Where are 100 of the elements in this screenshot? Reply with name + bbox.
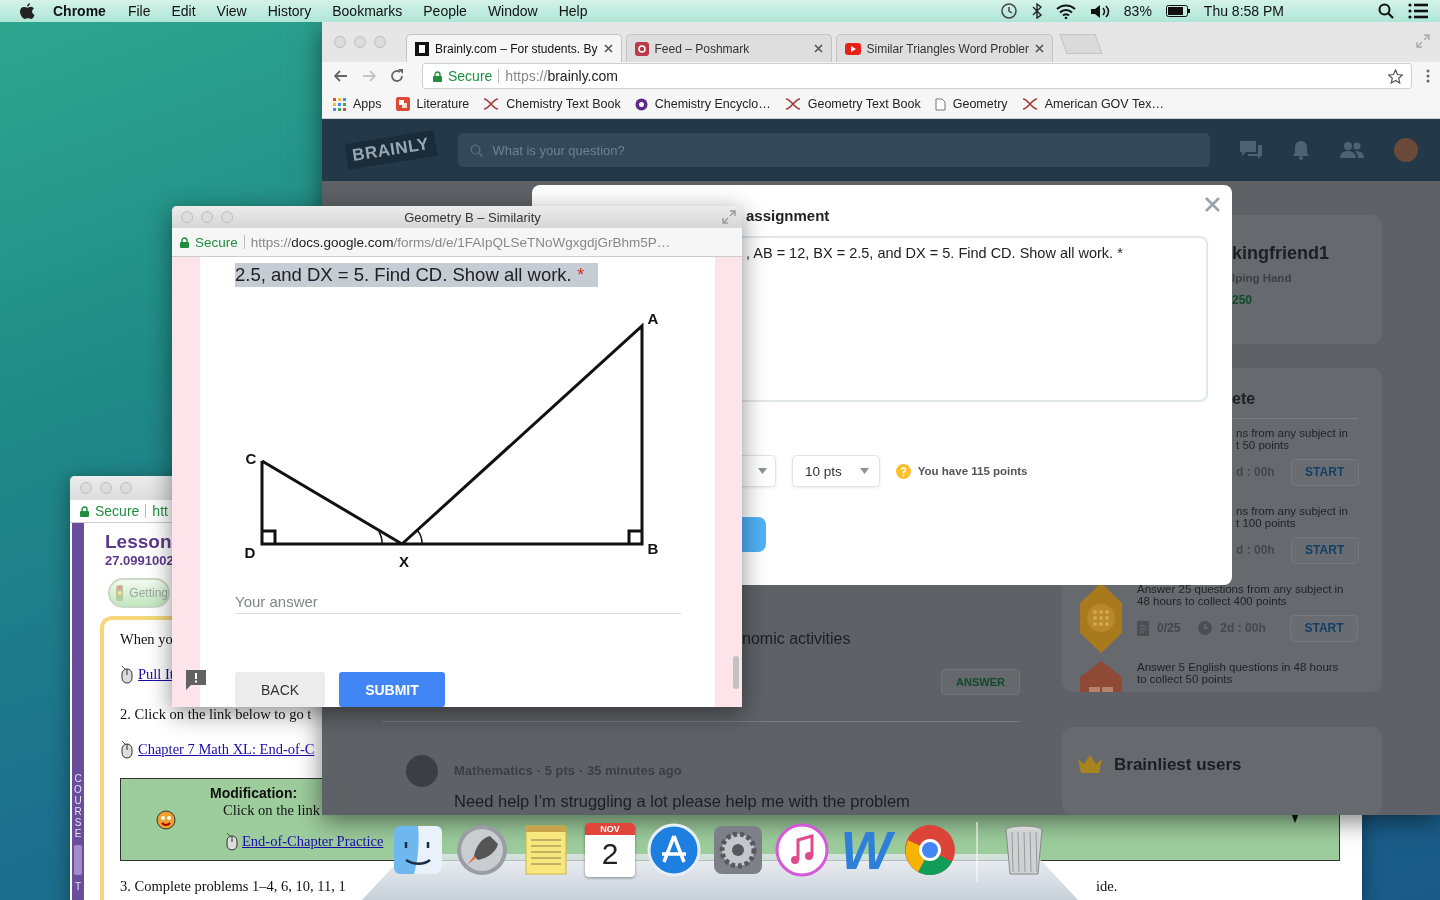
chat-icon[interactable] (1239, 141, 1262, 159)
menu-item[interactable]: Edit (171, 3, 196, 19)
new-tab-button[interactable] (1059, 34, 1103, 54)
instruction-text: ide. (1096, 877, 1119, 896)
practice-link[interactable]: End-of-Chapter Practice (242, 832, 384, 850)
search-icon[interactable] (1378, 3, 1394, 19)
point-label: D (244, 543, 256, 561)
expand-icon[interactable] (1416, 34, 1430, 48)
url-text[interactable]: htt (152, 503, 168, 519)
menu-item[interactable]: People (423, 3, 467, 19)
search-icon (469, 143, 483, 157)
close-icon[interactable] (1035, 44, 1044, 53)
battery-percent[interactable]: 83% (1123, 3, 1152, 19)
music-note-icon[interactable] (774, 822, 830, 878)
battery-icon[interactable] (1165, 5, 1190, 17)
feedback-icon[interactable] (186, 670, 206, 690)
menu-icon[interactable] (1426, 69, 1430, 83)
lock-icon (80, 505, 89, 517)
caret-icon (758, 468, 767, 474)
avatar[interactable] (406, 755, 438, 787)
answer-field[interactable]: Your answer (235, 589, 681, 614)
zoom-button[interactable] (120, 482, 132, 494)
bookmark[interactable]: Geometry Text Book (784, 97, 921, 111)
menu-item[interactable]: Bookmarks (332, 3, 403, 19)
bookmark[interactable]: Chemistry Encyclo… (634, 97, 771, 111)
chrome-icon[interactable] (902, 822, 958, 878)
friends-icon[interactable] (1339, 142, 1364, 158)
mouse-icon (120, 664, 134, 684)
challenge-text: ns from any subject in t 50 points (1236, 426, 1349, 451)
activity-link[interactable]: Chapter 7 Math XL: End-of-C (138, 739, 315, 759)
url-text[interactable]: https://docs.google.com/forms/d/e/1FAIpQLSeTNoWgxgdjGrBhm5P… (250, 234, 671, 250)
bookmark[interactable]: American GOV Tex… (1021, 97, 1164, 111)
close-button[interactable] (80, 482, 92, 494)
back-icon[interactable] (334, 70, 348, 82)
menu-item[interactable]: File (127, 3, 151, 19)
points-dropdown[interactable]: 10 pts (792, 455, 880, 487)
browser-tab[interactable]: Similar Triangles Word Probler (835, 34, 1053, 62)
scrollbar-thumb[interactable] (733, 656, 739, 689)
app-store-icon[interactable] (646, 822, 702, 878)
minimize-button[interactable] (201, 211, 213, 223)
close-icon[interactable] (813, 44, 823, 53)
minimize-button[interactable] (354, 36, 366, 48)
menu-item[interactable]: View (216, 3, 247, 19)
side-tab[interactable]: COURSE T (72, 523, 84, 900)
instruction-text: 2. Click on the link below to go t (120, 705, 312, 724)
back-button[interactable]: BACK (235, 672, 326, 707)
divider (145, 504, 147, 518)
dialog-title: assignment (745, 207, 831, 224)
play-icon (844, 42, 861, 55)
zoom-button[interactable] (374, 36, 386, 48)
window-title: Geometry B – Similarity (404, 209, 542, 225)
calendar-icon[interactable]: NOV 2 (585, 823, 635, 877)
instruction-text: Click on the link (223, 801, 321, 819)
avatar[interactable] (1393, 138, 1418, 162)
reload-icon[interactable] (390, 69, 404, 83)
forward-icon[interactable] (362, 70, 376, 82)
dock-separator (976, 822, 978, 882)
lock-icon (180, 236, 189, 248)
mouse-icon (225, 831, 239, 851)
brainly-logo[interactable]: BRAINLY (344, 130, 437, 170)
app-menu[interactable]: Chrome (53, 3, 106, 19)
menu-item[interactable]: History (267, 3, 312, 19)
hexagon-badge-icon (1080, 582, 1122, 653)
star-icon[interactable] (1388, 68, 1403, 84)
help-icon[interactable] (895, 463, 911, 479)
rocket-icon[interactable] (454, 822, 510, 878)
secure-label: Secure (95, 503, 140, 519)
zoom-button[interactable] (221, 211, 233, 223)
grid-icon (333, 97, 346, 111)
point-label: C (245, 449, 257, 467)
submit-button[interactable]: SUBMIT (339, 672, 445, 707)
apple-logo-icon[interactable] (20, 2, 35, 20)
menu-item[interactable]: Help (558, 3, 588, 19)
ask-button[interactable] (740, 517, 766, 552)
browser-tab[interactable]: Feed – Poshmark (625, 34, 832, 62)
activity-link[interactable]: Pull It (138, 664, 174, 684)
user-points: 250 (1232, 293, 1254, 307)
point-label: B (647, 539, 659, 557)
clock-icon[interactable] (999, 2, 1018, 20)
bookmark[interactable]: Literature (395, 97, 470, 111)
divider (243, 235, 245, 249)
expand-icon[interactable] (722, 210, 736, 224)
close-button[interactable] (334, 36, 346, 48)
list-icon[interactable] (1408, 3, 1428, 19)
bookmark[interactable]: Geometry (934, 97, 1008, 111)
address-bar[interactable]: Secure https://brainly.com (422, 63, 1412, 89)
bluetooth-icon[interactable] (1031, 3, 1042, 19)
clock[interactable]: Thu 8:58 PM (1203, 3, 1284, 19)
browser-tab[interactable]: Brainly.com – For students. By (406, 34, 622, 62)
bookmark[interactable]: Apps (333, 97, 382, 111)
menu-item[interactable]: Window (487, 3, 538, 19)
close-icon[interactable] (603, 44, 613, 53)
bookmark[interactable]: Chemistry Text Book (483, 97, 621, 111)
bell-icon[interactable] (1291, 140, 1310, 160)
volume-icon[interactable] (1089, 3, 1110, 19)
minimize-button[interactable] (100, 482, 112, 494)
instruction-text: 3. Complete problems 1–4, 6, 10, 11, 1 (120, 877, 347, 896)
point-label: A (647, 309, 659, 327)
wifi-icon[interactable] (1055, 3, 1076, 19)
close-button[interactable] (181, 211, 193, 223)
